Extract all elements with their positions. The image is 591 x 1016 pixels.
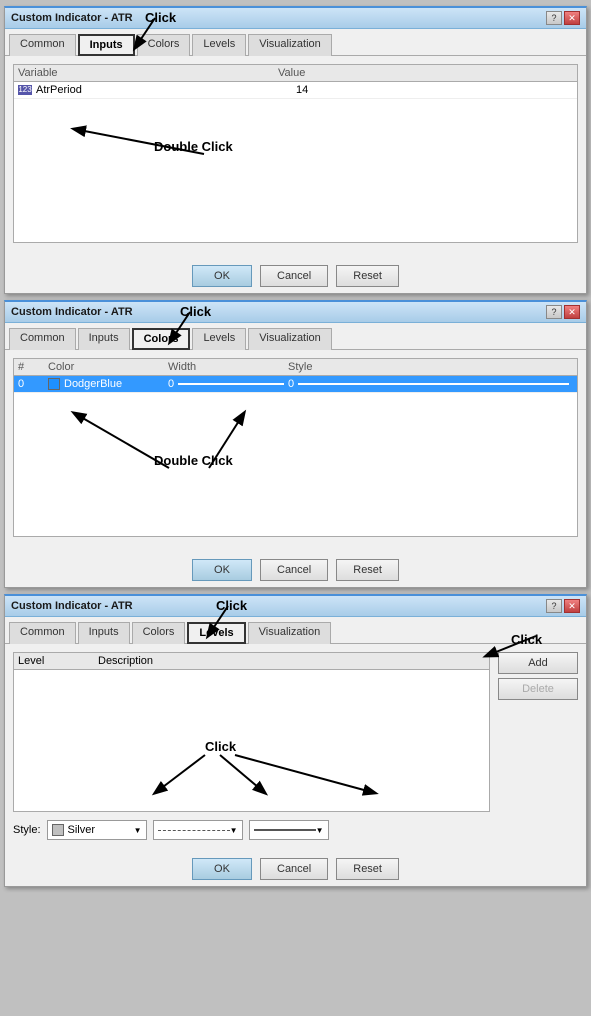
click-label3a: Click xyxy=(216,598,247,613)
dialog1: Custom Indicator - ATR ? ✕ Common Inputs… xyxy=(4,6,587,294)
click-annotation2: Click xyxy=(150,304,230,357)
inputs-table-header: Variable Value xyxy=(14,65,577,82)
dropdown-arrow3: ▼ xyxy=(316,826,324,835)
lth-desc: Description xyxy=(98,655,485,667)
ok-button1[interactable]: OK xyxy=(192,265,252,287)
table-row[interactable]: 123 AtrPeriod 14 xyxy=(14,82,577,99)
dialog3: Custom Indicator - ATR ? ✕ Common Inputs… xyxy=(4,594,587,887)
levels-buttons: Add Delete xyxy=(498,652,578,844)
lth-level: Level xyxy=(18,655,98,667)
style-indicator xyxy=(298,383,569,385)
levels-table-header: Level Description xyxy=(14,653,489,670)
click-annotation1: Click xyxy=(115,10,195,63)
tab2-common[interactable]: Common xyxy=(9,328,76,350)
style-line-select1[interactable]: ▼ xyxy=(153,820,243,840)
ok-button2[interactable]: OK xyxy=(192,559,252,581)
tab1-levels[interactable]: Levels xyxy=(192,34,246,56)
tab1-visualization[interactable]: Visualization xyxy=(248,34,332,56)
click-label3b: Click xyxy=(511,632,542,647)
color-swatch xyxy=(48,378,60,390)
col-header-style: Style xyxy=(288,361,573,373)
colors-table-body: 0 DodgerBlue 0 0 Doubl xyxy=(14,376,577,536)
levels-style-row: Style: Silver ▼ ▼ ▼ xyxy=(13,816,490,844)
dbl-click-label2: Double Click xyxy=(154,453,233,468)
tab3-colors[interactable]: Colors xyxy=(132,622,186,644)
delete-button[interactable]: Delete xyxy=(498,678,578,700)
cancel-button3[interactable]: Cancel xyxy=(260,858,328,880)
dialog2-footer: OK Cancel Reset xyxy=(5,553,586,587)
help-button1[interactable]: ? xyxy=(546,11,562,25)
click-label1: Click xyxy=(145,10,176,25)
dialog3-title: Custom Indicator - ATR xyxy=(11,600,133,612)
row-variable: AtrPeriod xyxy=(36,84,296,96)
tab1-common[interactable]: Common xyxy=(9,34,76,56)
titlebar2: Custom Indicator - ATR ? ✕ xyxy=(5,302,586,323)
solid-line xyxy=(254,829,316,831)
colors-table: # Color Width Style 0 DodgerBlue 0 xyxy=(13,358,578,537)
row-style: 0 xyxy=(288,378,573,390)
inputs-table-body: 123 AtrPeriod 14 Double Click xyxy=(14,82,577,242)
svg-text:Click: Click xyxy=(205,739,237,754)
reset-button2[interactable]: Reset xyxy=(336,559,399,581)
dropdown-arrow1: ▼ xyxy=(134,826,142,835)
tab2-visualization[interactable]: Visualization xyxy=(248,328,332,350)
reset-button3[interactable]: Reset xyxy=(336,858,399,880)
dialog3-footer: OK Cancel Reset xyxy=(5,852,586,886)
close-button3[interactable]: ✕ xyxy=(564,599,580,613)
help-button3[interactable]: ? xyxy=(546,599,562,613)
title-buttons1: ? ✕ xyxy=(546,11,580,25)
row-num: 0 xyxy=(18,378,48,390)
click-label2: Click xyxy=(180,304,211,319)
tabs2: Common Inputs Colors Levels Visualizatio… xyxy=(5,323,586,350)
click-arrow-svg3c: Click xyxy=(105,733,445,803)
dialog1-footer: OK Cancel Reset xyxy=(5,259,586,293)
width-indicator xyxy=(178,383,284,385)
annotation-area1: Double Click xyxy=(14,99,577,219)
row-color: DodgerBlue xyxy=(48,378,168,390)
dialog2-title: Custom Indicator - ATR xyxy=(11,306,133,318)
dashed-line1 xyxy=(158,830,230,831)
tab3-common[interactable]: Common xyxy=(9,622,76,644)
dialog2-content: # Color Width Style 0 DodgerBlue 0 xyxy=(5,350,586,553)
close-button1[interactable]: ✕ xyxy=(564,11,580,25)
colors-table-row[interactable]: 0 DodgerBlue 0 0 xyxy=(14,376,577,393)
help-button2[interactable]: ? xyxy=(546,305,562,319)
row-width: 0 xyxy=(168,378,288,390)
col-header-variable: Variable xyxy=(18,67,278,79)
style-line-select2[interactable]: ▼ xyxy=(249,820,329,840)
dialog2: Custom Indicator - ATR ? ✕ Common Inputs… xyxy=(4,300,587,588)
title-buttons2: ? ✕ xyxy=(546,305,580,319)
tab2-inputs[interactable]: Inputs xyxy=(78,328,130,350)
dialog1-content: Variable Value 123 AtrPeriod 14 Double C… xyxy=(5,56,586,259)
tabs1: Common Inputs Colors Levels Visualizatio… xyxy=(5,29,586,56)
titlebar1: Custom Indicator - ATR ? ✕ xyxy=(5,8,586,29)
click-annotation3b: Click xyxy=(476,632,556,665)
reset-button1[interactable]: Reset xyxy=(336,265,399,287)
style-color-select[interactable]: Silver ▼ xyxy=(47,820,147,840)
dbl-click-label1: Double Click xyxy=(154,139,233,154)
col-header-color: Color xyxy=(48,361,168,373)
click-annotation3c: Click xyxy=(105,733,445,806)
colors-table-header: # Color Width Style xyxy=(14,359,577,376)
silver-swatch xyxy=(52,824,64,836)
col-header-width: Width xyxy=(168,361,288,373)
close-button2[interactable]: ✕ xyxy=(564,305,580,319)
titlebar3: Custom Indicator - ATR ? ✕ xyxy=(5,596,586,617)
row-icon: 123 xyxy=(18,85,32,95)
ok-button3[interactable]: OK xyxy=(192,858,252,880)
arrow-svg1 xyxy=(14,99,314,219)
row-value: 14 xyxy=(296,84,573,96)
click-annotation3a: Click xyxy=(190,598,270,651)
col-header-value: Value xyxy=(278,67,573,79)
title-buttons3: ? ✕ xyxy=(546,599,580,613)
style-label: Style: xyxy=(13,824,41,836)
tab3-inputs[interactable]: Inputs xyxy=(78,622,130,644)
cancel-button1[interactable]: Cancel xyxy=(260,265,328,287)
inputs-table: Variable Value 123 AtrPeriod 14 Double C… xyxy=(13,64,578,243)
dropdown-arrow2: ▼ xyxy=(230,826,238,835)
annotation-area2: Double Click xyxy=(14,393,577,523)
style-color-value: Silver xyxy=(68,824,96,836)
col-header-num: # xyxy=(18,361,48,373)
cancel-button2[interactable]: Cancel xyxy=(260,559,328,581)
